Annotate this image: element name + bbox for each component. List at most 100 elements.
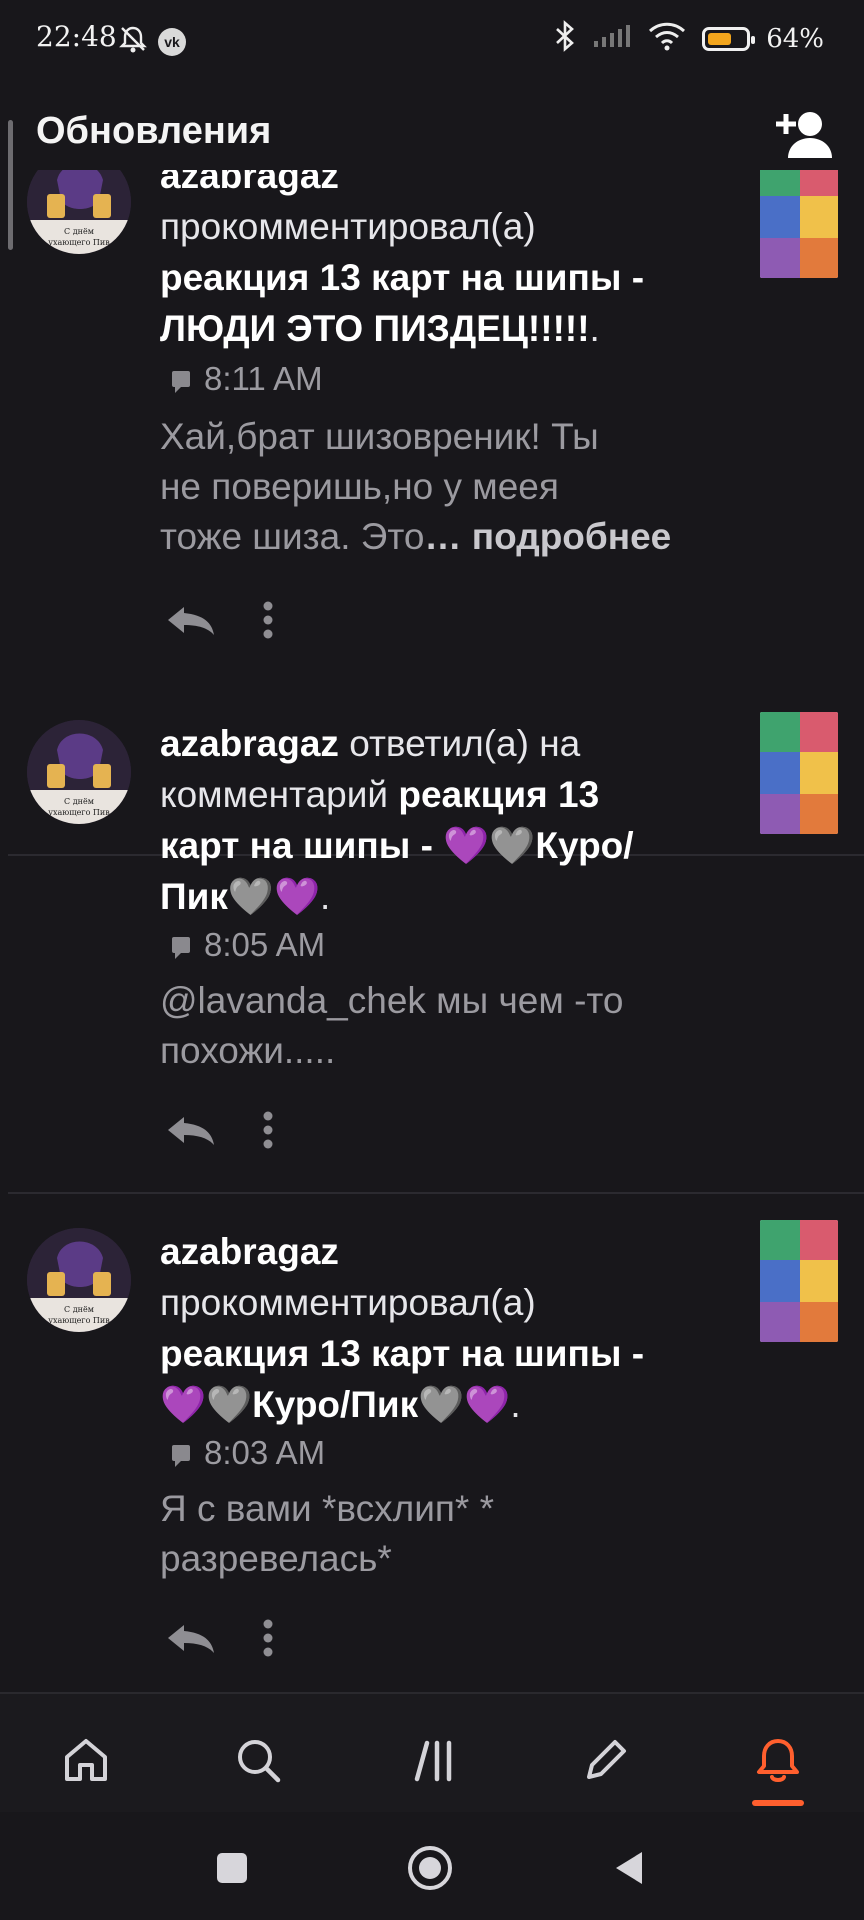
comment-icon <box>172 937 190 959</box>
period: . <box>320 876 331 917</box>
vk-icon: vk <box>158 27 186 56</box>
home-icon[interactable] <box>56 1730 116 1790</box>
signal-icon <box>592 23 632 54</box>
grey-heart-emoji: 🩶 <box>489 825 536 866</box>
post-title-cont[interactable]: карт на шипы - <box>160 825 433 866</box>
post-title[interactable]: реакция 13 <box>398 774 599 815</box>
period: . <box>510 1384 521 1425</box>
comment-excerpt[interactable]: Хай,брат шизовреник! Ты не поверишь,но у… <box>160 412 760 562</box>
grey-heart-emoji: 🩶 <box>206 1384 253 1425</box>
reply-icon[interactable] <box>164 1621 218 1660</box>
action-text: прокомментировал(а) <box>160 206 536 247</box>
feed-icon[interactable] <box>404 1730 464 1790</box>
svg-text:С днём: С днём <box>64 227 94 236</box>
status-bar: 22:48 vk 64% <box>0 0 864 78</box>
search-icon[interactable] <box>228 1730 288 1790</box>
avatar[interactable]: С днём ухающего Пив <box>27 1228 131 1332</box>
username[interactable]: azabragaz <box>160 1231 339 1272</box>
timestamp: 8:03 AM <box>204 1434 326 1471</box>
status-time: 22:48 <box>36 20 117 53</box>
purple-heart-emoji: 💜 <box>273 876 321 917</box>
page-title: Обновления <box>36 110 272 152</box>
timestamp: 8:11 AM <box>204 360 323 397</box>
timestamp-row: 8:03 AM <box>172 1434 325 1472</box>
active-tab-indicator <box>752 1800 804 1806</box>
action-row <box>164 1110 274 1155</box>
svg-text:ухающего Пив: ухающего Пив <box>48 808 110 817</box>
action-text: ответил(а) на <box>349 723 581 764</box>
grey-heart-emoji: 🩶 <box>418 1384 465 1425</box>
feed-item[interactable]: С днём ухающего Пив azabragaz прокоммент… <box>0 1194 864 1692</box>
post-title-cont[interactable]: ЛЮДИ ЭТО ПИЗДЕЦ!!!!! <box>160 308 590 349</box>
comment-icon <box>172 371 190 393</box>
excerpt-line: похожи..... <box>160 1030 336 1071</box>
home-button[interactable] <box>404 1842 456 1894</box>
more-options-icon[interactable] <box>262 600 274 645</box>
post-thumbnail[interactable] <box>760 170 838 278</box>
notification-text[interactable]: azabragaz ответил(а) на комментарий реак… <box>160 718 740 922</box>
grey-heart-emoji: 🩶 <box>227 876 274 917</box>
notification-text[interactable]: azabragaz прокомментировал(а) реакция 13… <box>160 1226 740 1430</box>
timestamp: 8:05 AM <box>204 926 326 963</box>
excerpt-line: @lavanda_chek мы чем -то <box>160 980 624 1021</box>
excerpt-line: тоже шиза. Это <box>160 516 425 557</box>
comment-excerpt[interactable]: Я с вами *всхлип* * разревелась* <box>160 1484 760 1584</box>
status-right-icons: 64% <box>554 20 824 57</box>
updates-feed: С днём ухающего Пив azabragaz прокоммент… <box>0 170 864 1692</box>
avatar[interactable]: С днём ухающего Пив <box>27 170 131 254</box>
action-text-cont: комментарий <box>160 774 389 815</box>
svg-text:ухающего Пив: ухающего Пив <box>48 238 110 247</box>
post-title[interactable]: реакция 13 карт на шипы - <box>160 257 644 298</box>
ellipsis: … <box>424 516 462 557</box>
status-left-icons: vk <box>118 24 186 59</box>
more-options-icon[interactable] <box>262 1618 274 1663</box>
timestamp-row: 8:11 AM <box>172 360 323 398</box>
username[interactable]: azabragaz <box>160 170 339 196</box>
post-title-end[interactable]: Пик <box>160 876 228 917</box>
dnd-bell-off-icon <box>118 24 148 59</box>
battery-percent: 64% <box>766 23 824 54</box>
battery-fill <box>708 32 732 45</box>
reply-icon[interactable] <box>164 1113 218 1152</box>
excerpt-line: разревелась* <box>160 1538 392 1579</box>
svg-text:С днём: С днём <box>64 797 94 806</box>
timestamp-row: 8:05 AM <box>172 926 325 964</box>
post-title[interactable]: реакция 13 карт на шипы - <box>160 1333 644 1374</box>
system-navigation <box>0 1812 864 1920</box>
svg-text:С днём: С днём <box>64 1305 94 1314</box>
avatar[interactable]: С днём ухающего Пив <box>27 720 131 824</box>
recent-apps-button[interactable] <box>206 1842 258 1894</box>
purple-heart-emoji: 💜 <box>160 1384 207 1425</box>
action-text: прокомментировал(а) <box>160 1282 536 1323</box>
feed-item[interactable]: С днём ухающего Пив azabragaz ответил(а)… <box>0 686 864 1194</box>
action-row <box>164 1618 274 1663</box>
add-user-icon <box>776 112 832 158</box>
battery-icon <box>702 26 756 51</box>
username[interactable]: azabragaz <box>160 723 339 764</box>
excerpt-line: Хай,брат шизовреник! Ты <box>160 416 599 457</box>
add-user-button[interactable] <box>774 108 834 160</box>
post-thumbnail[interactable] <box>760 712 838 834</box>
excerpt-line: Я с вами *всхлип* * <box>160 1488 494 1529</box>
notification-text[interactable]: azabragaz прокомментировал(а) реакция 13… <box>160 170 740 354</box>
purple-heart-emoji: 💜 <box>443 825 490 866</box>
wifi-icon <box>648 21 686 56</box>
post-title-tail[interactable]: Куро/ <box>535 825 633 866</box>
comment-excerpt[interactable]: @lavanda_chek мы чем -то похожи..... <box>160 976 760 1076</box>
read-more-link[interactable]: подробнее <box>472 516 672 557</box>
comment-icon <box>172 1445 190 1467</box>
back-button[interactable] <box>604 1842 656 1894</box>
reply-icon[interactable] <box>164 603 218 642</box>
period: . <box>589 308 600 349</box>
edit-icon[interactable] <box>576 1730 636 1790</box>
app-header: Обновления <box>0 100 864 170</box>
excerpt-line: не поверишь,но у меея <box>160 466 559 507</box>
purple-heart-emoji: 💜 <box>464 1384 511 1425</box>
post-title-cont[interactable]: Куро/Пик <box>252 1384 418 1425</box>
bottom-navigation <box>0 1692 864 1812</box>
bell-icon[interactable] <box>748 1730 808 1790</box>
post-thumbnail[interactable] <box>760 1220 838 1342</box>
more-options-icon[interactable] <box>262 1110 274 1155</box>
svg-text:ухающего Пив: ухающего Пив <box>48 1316 110 1325</box>
action-row <box>164 600 274 645</box>
